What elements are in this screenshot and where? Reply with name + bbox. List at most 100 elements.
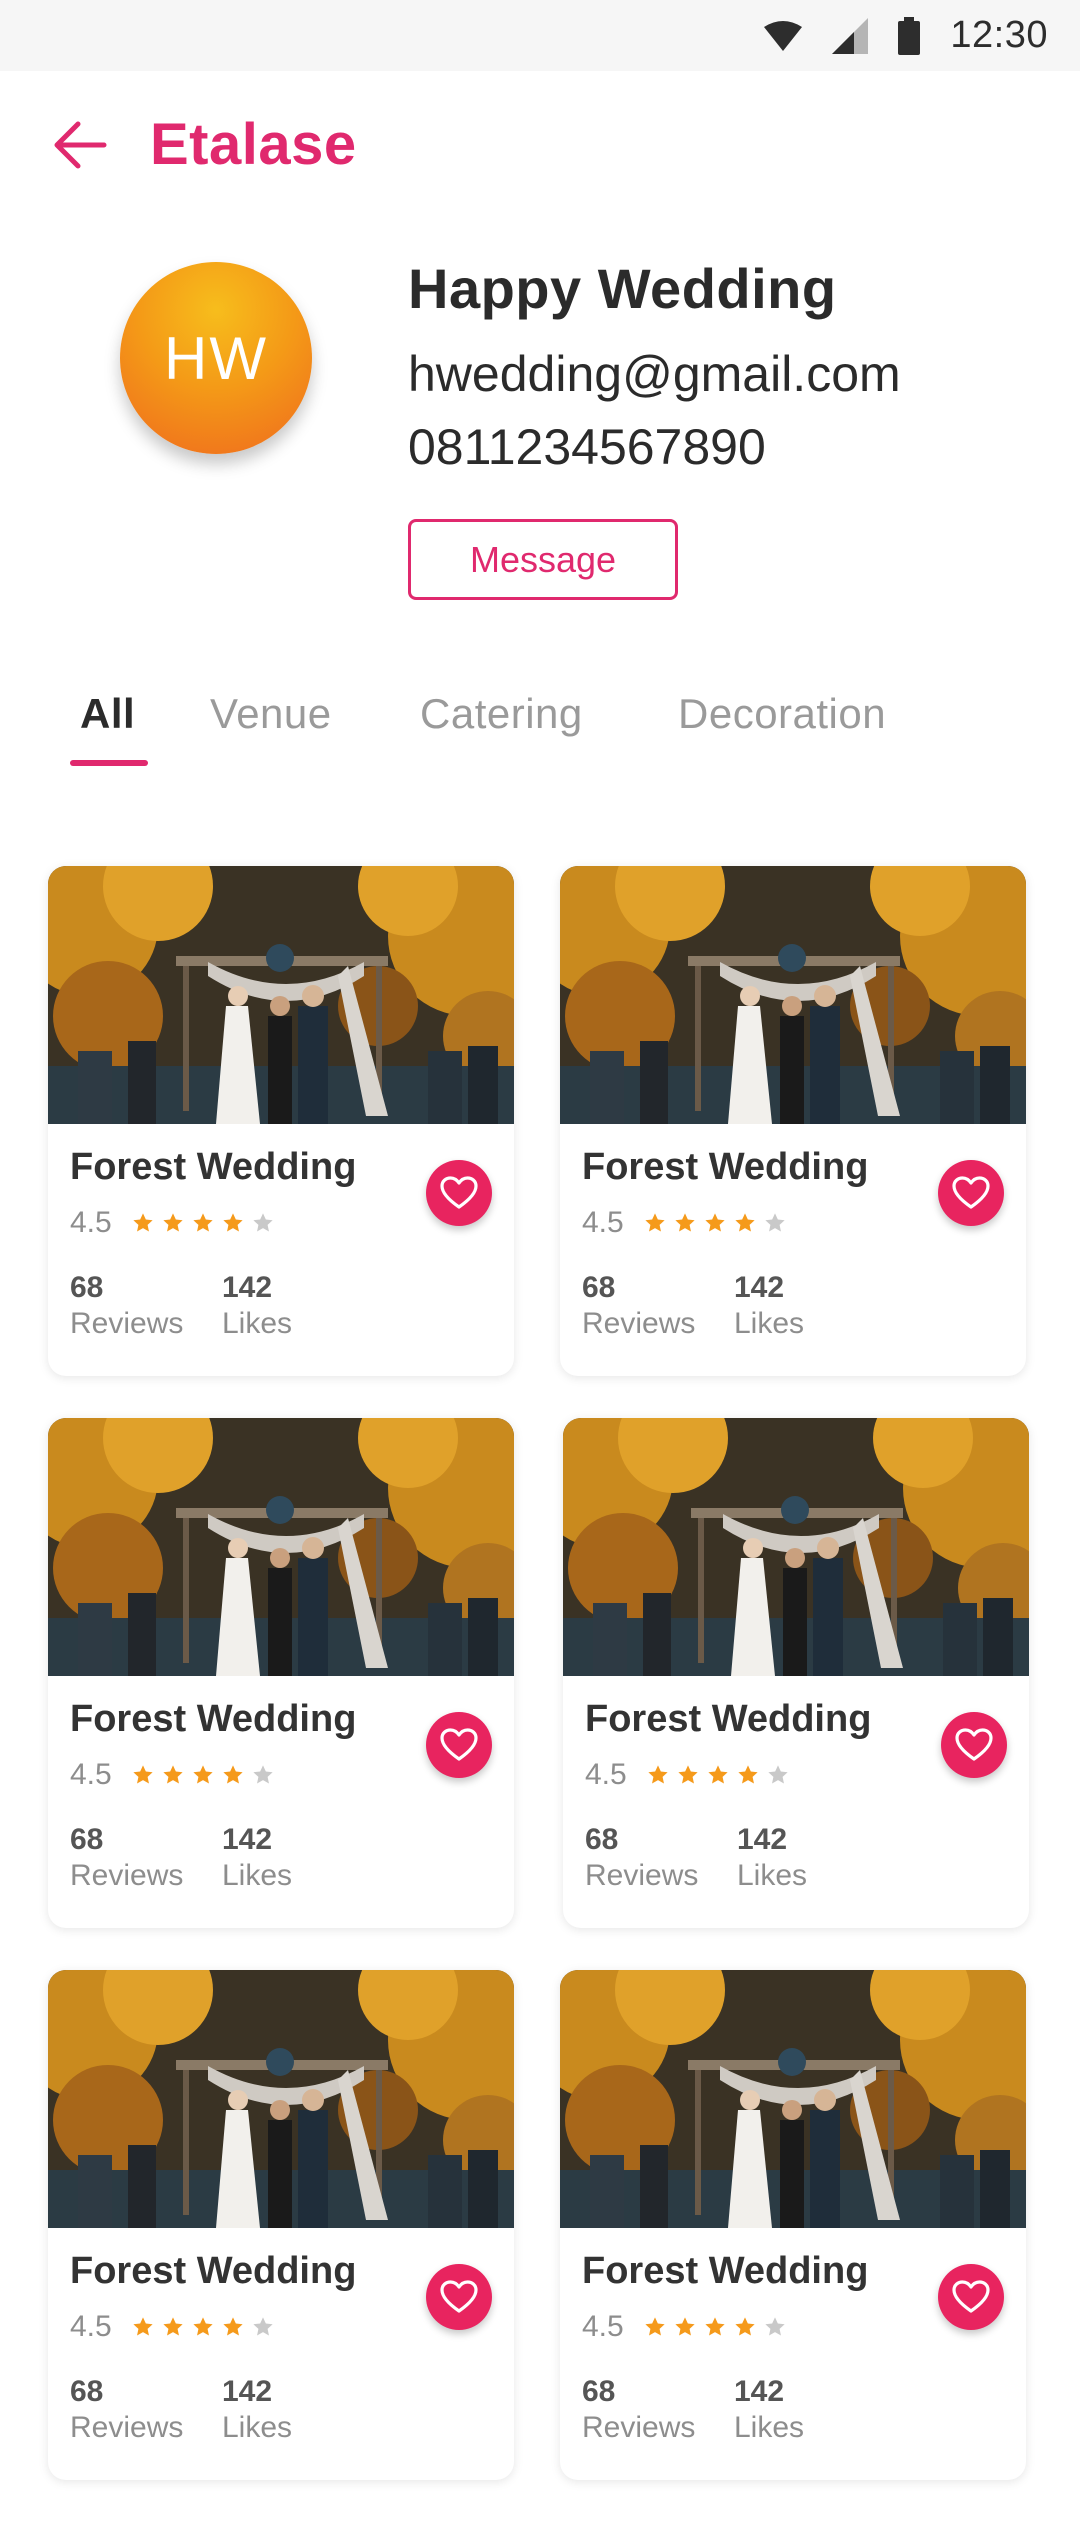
reviews-stat: 68 Reviews [582,2374,695,2446]
star-icon [253,2317,273,2336]
star-icon [193,1765,213,1784]
likes-stat: 142 Likes [222,1270,292,1342]
reviews-count: 68 [70,1823,104,1856]
category-tabs: All Venue Catering Decoration [0,690,1080,770]
page-title: Etalase [150,112,357,177]
star-icon [765,1213,785,1232]
star-icon [708,1765,728,1784]
star-icon [193,1213,213,1232]
product-card[interactable]: Forest Wedding 4.5 68 Reviews 142 Likes [48,866,514,1376]
star-icon [223,2317,243,2336]
product-title: Forest Wedding [582,2250,869,2292]
likes-label: Likes [222,1859,293,1892]
product-image [48,1418,514,1676]
back-button[interactable] [44,109,116,181]
star-icon [193,2317,213,2336]
star-icon [675,2317,695,2336]
heart-icon [440,1176,478,1209]
star-icon [648,1765,668,1784]
reviews-label: Reviews [70,2411,184,2444]
reviews-stat: 68 Reviews [70,1822,183,1894]
rating-value: 4.5 [585,1758,627,1791]
likes-count: 142 [734,2375,785,2408]
favorite-button[interactable] [426,2264,492,2330]
heart-icon [952,1176,990,1209]
star-icon [705,1213,725,1232]
favorite-button[interactable] [938,2264,1004,2330]
product-card[interactable]: Forest Wedding 4.5 68 Reviews 142 Likes [563,1418,1029,1928]
rating: 4.5 [70,2310,274,2344]
status-time: 12:30 [950,14,1048,56]
signal-icon [832,17,869,54]
likes-label: Likes [222,1307,293,1340]
profile-phone: 0811234567890 [408,419,766,475]
product-card[interactable]: Forest Wedding 4.5 68 Reviews 142 Likes [48,1418,514,1928]
status-bar: 12:30 [0,0,1080,71]
reviews-stat: 68 Reviews [70,2374,183,2446]
star-icon [765,2317,785,2336]
star-icon [163,2317,183,2336]
product-card[interactable]: Forest Wedding 4.5 68 Reviews 142 Likes [560,866,1026,1376]
reviews-count: 68 [582,1271,616,1304]
likes-stat: 142 Likes [222,1822,292,1894]
favorite-button[interactable] [426,1712,492,1778]
reviews-label: Reviews [585,1859,699,1892]
product-title: Forest Wedding [70,1698,357,1740]
rating-value: 4.5 [582,2310,624,2343]
star-icon [735,1213,755,1232]
likes-count: 142 [222,2375,273,2408]
rating: 4.5 [70,1206,274,1240]
reviews-count: 68 [70,2375,104,2408]
profile-email: hwedding@gmail.com [408,346,901,402]
likes-count: 142 [737,1823,788,1856]
product-title: Forest Wedding [70,1146,357,1188]
favorite-button[interactable] [426,1160,492,1226]
tab-venue[interactable]: Venue [210,690,332,738]
arrow-left-icon [54,121,107,169]
message-button[interactable]: Message [408,519,678,600]
rating: 4.5 [70,1758,274,1792]
likes-count: 142 [222,1823,273,1856]
product-image [563,1418,1029,1676]
rating: 4.5 [582,2310,786,2344]
star-icon [678,1765,698,1784]
avatar-initials: HW [164,324,268,392]
heart-icon [952,2280,990,2313]
product-card[interactable]: Forest Wedding 4.5 68 Reviews 142 Likes [48,1970,514,2480]
favorite-button[interactable] [938,1160,1004,1226]
wifi-icon [764,20,803,51]
reviews-label: Reviews [582,2411,696,2444]
likes-stat: 142 Likes [734,2374,804,2446]
likes-stat: 142 Likes [222,2374,292,2446]
reviews-label: Reviews [582,1307,696,1340]
rating-value: 4.5 [70,1206,112,1239]
star-icon [253,1213,273,1232]
rating-value: 4.5 [582,1206,624,1239]
star-icon [738,1765,758,1784]
likes-count: 142 [734,1271,785,1304]
rating-value: 4.5 [70,1758,112,1791]
reviews-label: Reviews [70,1859,184,1892]
star-icon [133,1765,153,1784]
rating-value: 4.5 [70,2310,112,2343]
tab-all[interactable]: All [80,690,135,738]
star-icon [705,2317,725,2336]
rating: 4.5 [582,1206,786,1240]
product-card[interactable]: Forest Wedding 4.5 68 Reviews 142 Likes [560,1970,1026,2480]
product-image [560,1970,1026,2228]
heart-icon [440,2280,478,2313]
tab-catering[interactable]: Catering [420,690,583,738]
star-icon [223,1765,243,1784]
reviews-stat: 68 Reviews [70,1270,183,1342]
star-icon [163,1765,183,1784]
product-image [560,866,1026,1124]
likes-stat: 142 Likes [737,1822,807,1894]
likes-count: 142 [222,1271,273,1304]
favorite-button[interactable] [941,1712,1007,1778]
profile-name: Happy Wedding [408,257,837,320]
rating: 4.5 [585,1758,789,1792]
likes-label: Likes [734,1307,805,1340]
product-title: Forest Wedding [70,2250,357,2292]
product-title: Forest Wedding [585,1698,872,1740]
tab-decoration[interactable]: Decoration [678,690,886,738]
